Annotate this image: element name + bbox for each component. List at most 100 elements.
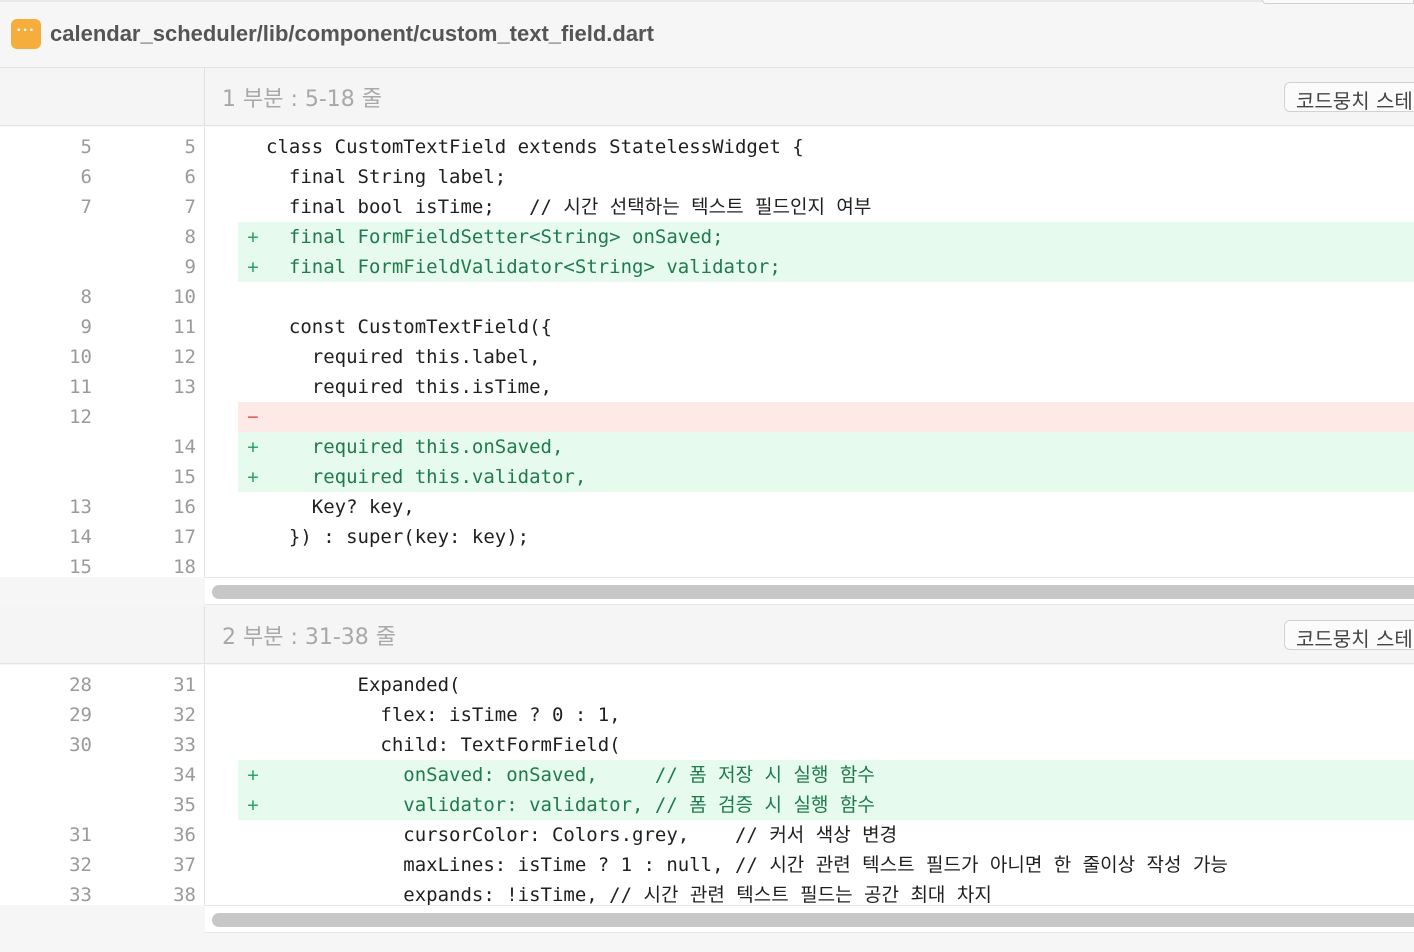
old-line-number bbox=[20, 790, 92, 820]
plus-icon: + bbox=[247, 466, 259, 488]
new-line-number: 8 bbox=[184, 226, 196, 248]
code-line: + required this.validator, bbox=[238, 462, 1414, 492]
new-line-number: 13 bbox=[173, 376, 196, 398]
new-line-number: 31 bbox=[173, 674, 196, 696]
diff-line[interactable]: 31 36 cursorColor: Colors.grey, // 커서 색상 … bbox=[0, 820, 1414, 850]
code-line: + validator: validator, // 폼 검증 시 실행 함수 bbox=[238, 790, 1414, 820]
old-line-number: 9 bbox=[80, 316, 92, 338]
code-line: − bbox=[238, 402, 1414, 432]
code-text: expands: !isTime, // 시간 관련 텍스트 필드는 공간 최대… bbox=[266, 884, 992, 906]
diff-line[interactable]: 9 11 const CustomTextField({ bbox=[0, 312, 1414, 342]
code-text: Key? key, bbox=[266, 496, 415, 518]
code-line: cursorColor: Colors.grey, // 커서 색상 변경 bbox=[238, 820, 1414, 850]
old-line-number: 32 bbox=[69, 854, 92, 876]
diff-line[interactable]: 29 32 flex: isTime ? 0 : 1, bbox=[0, 700, 1414, 730]
new-line-number: 17 bbox=[173, 526, 196, 548]
horizontal-scrollbar[interactable] bbox=[205, 905, 1414, 933]
code-text: const CustomTextField({ bbox=[266, 316, 552, 338]
diff-line[interactable]: 14 17 }) : super(key: key); bbox=[0, 522, 1414, 552]
new-line-number: 16 bbox=[173, 496, 196, 518]
diff-line[interactable]: 30 33 child: TextFormField( bbox=[0, 730, 1414, 760]
hunk-title: 2 부분 : 31-38 줄 bbox=[222, 624, 397, 650]
old-line-number: 5 bbox=[80, 136, 92, 158]
diff-line[interactable]: 32 37 maxLines: isTime ? 1 : null, // 시간 … bbox=[0, 850, 1414, 880]
plus-icon: + bbox=[247, 226, 259, 248]
diff-line-added[interactable]: 9 + final FormFieldValidator<String> vali… bbox=[0, 252, 1414, 282]
code-line: + final FormFieldValidator<String> valid… bbox=[238, 252, 1414, 282]
old-line-number: 33 bbox=[69, 884, 92, 906]
diff-line[interactable]: 8 10 bbox=[0, 282, 1414, 312]
window-top-border bbox=[0, 0, 1414, 2]
code-line: Key? key, bbox=[238, 492, 1414, 522]
diff-line-added[interactable]: 15 + required this.validator, bbox=[0, 462, 1414, 492]
new-line-number: 33 bbox=[173, 734, 196, 756]
scrollbar-thumb[interactable] bbox=[212, 585, 1414, 599]
code-line: + onSaved: onSaved, // 폼 저장 시 실행 함수 bbox=[238, 760, 1414, 790]
code-line: + required this.onSaved, bbox=[238, 432, 1414, 462]
code-text: final FormFieldSetter<String> onSaved; bbox=[266, 226, 724, 248]
code-text: Expanded( bbox=[266, 674, 461, 696]
more-options-icon[interactable]: ··· bbox=[11, 18, 41, 49]
code-line: flex: isTime ? 0 : 1, bbox=[238, 700, 1414, 730]
code-text: flex: isTime ? 0 : 1, bbox=[266, 704, 621, 726]
file-header: ··· calendar_scheduler/lib/component/cus… bbox=[0, 0, 1414, 68]
code-text: required this.validator, bbox=[266, 466, 587, 488]
horizontal-scrollbar[interactable] bbox=[205, 577, 1414, 605]
diff-line[interactable]: 11 13 required this.isTime, bbox=[0, 372, 1414, 402]
new-line-number: 12 bbox=[173, 346, 196, 368]
diff-line-added[interactable]: 34 + onSaved: onSaved, // 폼 저장 시 실행 함수 bbox=[0, 760, 1414, 790]
plus-icon: + bbox=[247, 436, 259, 458]
stage-hunk-button[interactable]: 코드뭉치 스테 bbox=[1284, 81, 1414, 112]
new-line-number: 5 bbox=[184, 136, 196, 158]
old-line-number: 6 bbox=[80, 166, 92, 188]
diff-line[interactable]: 28 31 Expanded( bbox=[0, 670, 1414, 700]
code-line: Expanded( bbox=[238, 670, 1414, 700]
diff-code-block: 5 5 class CustomTextField extends Stateles… bbox=[0, 127, 1414, 578]
code-text: required this.isTime, bbox=[266, 376, 552, 398]
code-text: final String label; bbox=[266, 166, 507, 188]
new-line-number: 9 bbox=[184, 256, 196, 278]
old-line-number: 8 bbox=[80, 286, 92, 308]
new-line-number: 36 bbox=[173, 824, 196, 846]
new-line-number: 34 bbox=[173, 764, 196, 786]
new-line-number: 37 bbox=[173, 854, 196, 876]
diff-line[interactable]: 7 7 final bool isTime; // 시간 선택하는 텍스트 필드인… bbox=[0, 192, 1414, 222]
diff-line-added[interactable]: 35 + validator: validator, // 폼 검증 시 실행 함… bbox=[0, 790, 1414, 820]
stage-hunk-button[interactable]: 코드뭉치 스테 bbox=[1284, 619, 1414, 650]
old-line-number: 28 bbox=[69, 674, 92, 696]
new-line-number: 6 bbox=[184, 166, 196, 188]
code-line: const CustomTextField({ bbox=[238, 312, 1414, 342]
diff-line-removed[interactable]: 12 − bbox=[0, 402, 1414, 432]
diff-line[interactable]: 10 12 required this.label, bbox=[0, 342, 1414, 372]
code-text: class CustomTextField extends StatelessW… bbox=[266, 136, 804, 158]
new-line-number bbox=[118, 402, 196, 432]
code-line: class CustomTextField extends StatelessW… bbox=[238, 132, 1414, 162]
diff-line-added[interactable]: 14 + required this.onSaved, bbox=[0, 432, 1414, 462]
diff-line[interactable]: 13 16 Key? key, bbox=[0, 492, 1414, 522]
code-text: final FormFieldValidator<String> validat… bbox=[266, 256, 781, 278]
old-line-number bbox=[20, 432, 92, 462]
new-line-number: 32 bbox=[173, 704, 196, 726]
code-text: validator: validator, // 폼 검증 시 실행 함수 bbox=[266, 794, 875, 816]
code-line: required this.isTime, bbox=[238, 372, 1414, 402]
code-line: child: TextFormField( bbox=[238, 730, 1414, 760]
old-line-number: 10 bbox=[69, 346, 92, 368]
hunk-header: 2 부분 : 31-38 줄 코드뭉치 스테 bbox=[0, 606, 1414, 664]
hunk-title: 1 부분 : 5-18 줄 bbox=[222, 86, 383, 112]
new-line-number: 11 bbox=[173, 316, 196, 338]
new-line-number: 14 bbox=[173, 436, 196, 458]
minus-icon: − bbox=[247, 406, 259, 428]
scrollbar-thumb[interactable] bbox=[212, 913, 1414, 927]
code-line: maxLines: isTime ? 1 : null, // 시간 관련 텍스… bbox=[238, 850, 1414, 880]
old-line-number: 11 bbox=[69, 376, 92, 398]
code-text: required this.label, bbox=[266, 346, 541, 368]
new-line-number: 35 bbox=[173, 794, 196, 816]
diff-line-added[interactable]: 8 + final FormFieldSetter<String> onSaved… bbox=[0, 222, 1414, 252]
code-line: + final FormFieldSetter<String> onSaved; bbox=[238, 222, 1414, 252]
diff-line[interactable]: 5 5 class CustomTextField extends Stateles… bbox=[0, 132, 1414, 162]
window-corner-tab bbox=[1262, 0, 1414, 4]
old-line-number bbox=[20, 252, 92, 282]
diff-line[interactable]: 6 6 final String label; bbox=[0, 162, 1414, 192]
old-line-number: 15 bbox=[69, 556, 92, 578]
code-text: child: TextFormField( bbox=[266, 734, 621, 756]
